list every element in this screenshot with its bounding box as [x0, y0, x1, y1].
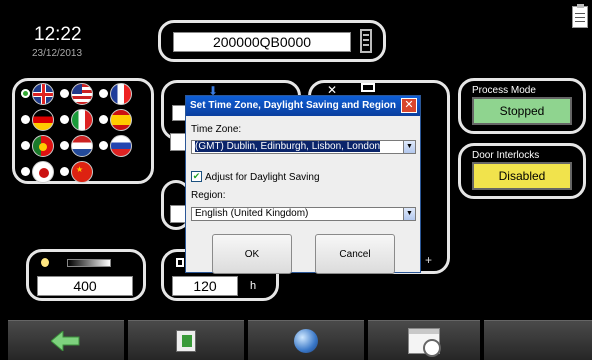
globe-icon: [294, 328, 318, 353]
save-button[interactable]: [128, 320, 244, 360]
ok-button[interactable]: OK: [212, 234, 292, 274]
language-panel: ★: [12, 78, 154, 184]
flag-jp-icon[interactable]: [32, 161, 54, 183]
serial-number: 200000QB0000: [173, 32, 351, 52]
brightness-gradient: [67, 259, 111, 267]
process-mode-label: Process Mode: [472, 85, 536, 96]
process-mode-status[interactable]: Stopped: [472, 97, 572, 125]
door-interlocks-panel: Door Interlocks Disabled: [458, 143, 586, 199]
brightness-input[interactable]: 400: [37, 276, 133, 296]
chevron-down-icon[interactable]: ▼: [403, 141, 415, 153]
back-arrow-icon: [51, 330, 80, 351]
close-icon[interactable]: ✕: [401, 98, 417, 113]
timezone-value: (GMT) Dublin, Edinburgh, Lisbon, London: [195, 141, 381, 152]
flag-cn-icon[interactable]: ★: [71, 161, 93, 183]
timeout-unit: h: [250, 280, 257, 292]
language-radio[interactable]: [60, 141, 69, 150]
save-icon: [176, 329, 196, 352]
back-button[interactable]: [8, 320, 124, 360]
clock-date: 23/12/2013: [32, 48, 83, 59]
globe-button[interactable]: [248, 320, 364, 360]
calendar-button[interactable]: [368, 320, 480, 360]
cartridge-icon: [360, 29, 372, 53]
flag-es-icon[interactable]: [110, 109, 132, 131]
language-radio[interactable]: [21, 141, 30, 150]
plus-glyph: +: [425, 253, 433, 267]
language-radio[interactable]: [99, 89, 108, 98]
region-select[interactable]: English (United Kingdom) ▼: [191, 207, 416, 221]
flag-pt-icon[interactable]: [32, 135, 54, 157]
language-radio[interactable]: [60, 89, 69, 98]
dialog-title: Set Time Zone, Daylight Saving and Regio…: [186, 96, 420, 116]
language-radio[interactable]: [60, 167, 69, 176]
timeout-input[interactable]: 120: [172, 276, 238, 296]
flag-uk-icon[interactable]: [32, 83, 54, 105]
dst-checkbox[interactable]: ✔: [191, 171, 202, 182]
flag-nl-icon[interactable]: [71, 135, 93, 157]
timezone-dialog: Set Time Zone, Daylight Saving and Regio…: [185, 95, 421, 274]
empty-nav-button[interactable]: [484, 320, 592, 360]
flag-it-icon[interactable]: [71, 109, 93, 131]
chevron-down-icon[interactable]: ▼: [403, 208, 415, 220]
clapper-icon: [361, 83, 375, 92]
region-label: Region:: [191, 190, 226, 201]
calendar-clock-icon: [408, 327, 441, 357]
door-interlocks-status[interactable]: Disabled: [472, 162, 572, 190]
language-radio[interactable]: [99, 115, 108, 124]
cancel-button[interactable]: Cancel: [315, 234, 395, 274]
clipboard-icon[interactable]: [572, 4, 588, 28]
language-radio[interactable]: [21, 89, 30, 98]
dst-label[interactable]: Adjust for Daylight Saving: [205, 172, 320, 183]
region-value: English (United Kingdom): [195, 208, 309, 219]
serial-panel: 200000QB0000: [158, 20, 386, 62]
clock-time: 12:22: [34, 24, 82, 45]
language-radio[interactable]: [21, 167, 30, 176]
panel-field: [170, 205, 186, 223]
flag-de-icon[interactable]: [32, 109, 54, 131]
timezone-select[interactable]: (GMT) Dublin, Edinburgh, Lisbon, London …: [191, 140, 416, 154]
timezone-label: Time Zone:: [191, 124, 242, 135]
language-radio[interactable]: [21, 115, 30, 124]
brightness-panel: 400: [26, 249, 146, 301]
door-interlocks-label: Door Interlocks: [472, 150, 540, 161]
flag-fr-icon[interactable]: [110, 83, 132, 105]
panel-field: [170, 133, 186, 151]
bulb-icon: [41, 258, 49, 267]
process-mode-panel: Process Mode Stopped: [458, 78, 586, 134]
flag-us-icon[interactable]: [71, 83, 93, 105]
timer-icon: [176, 258, 184, 267]
language-radio[interactable]: [60, 115, 69, 124]
language-radio[interactable]: [99, 141, 108, 150]
flag-ru-icon[interactable]: [110, 135, 132, 157]
